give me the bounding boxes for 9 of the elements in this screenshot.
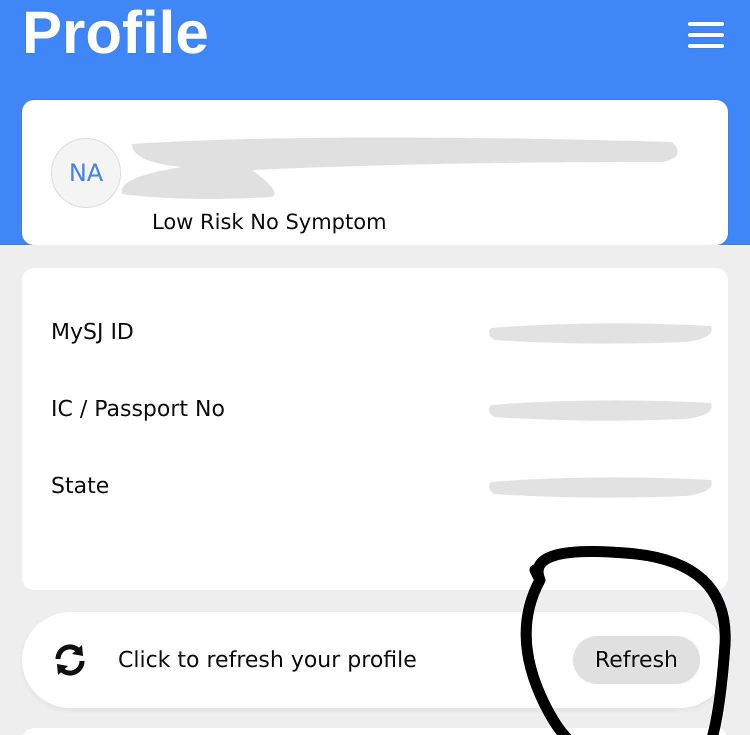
avatar: NA [51, 138, 121, 208]
field-label: IC / Passport No [51, 397, 225, 422]
field-label: MySJ ID [51, 320, 134, 345]
refresh-button[interactable]: Refresh [572, 636, 700, 684]
page-title: Profile [22, 0, 209, 66]
menu-icon[interactable] [688, 22, 724, 48]
refresh-message: Click to refresh your profile [118, 648, 418, 672]
risk-status: Low Risk No Symptom [152, 210, 388, 234]
field-label: State [51, 474, 110, 499]
